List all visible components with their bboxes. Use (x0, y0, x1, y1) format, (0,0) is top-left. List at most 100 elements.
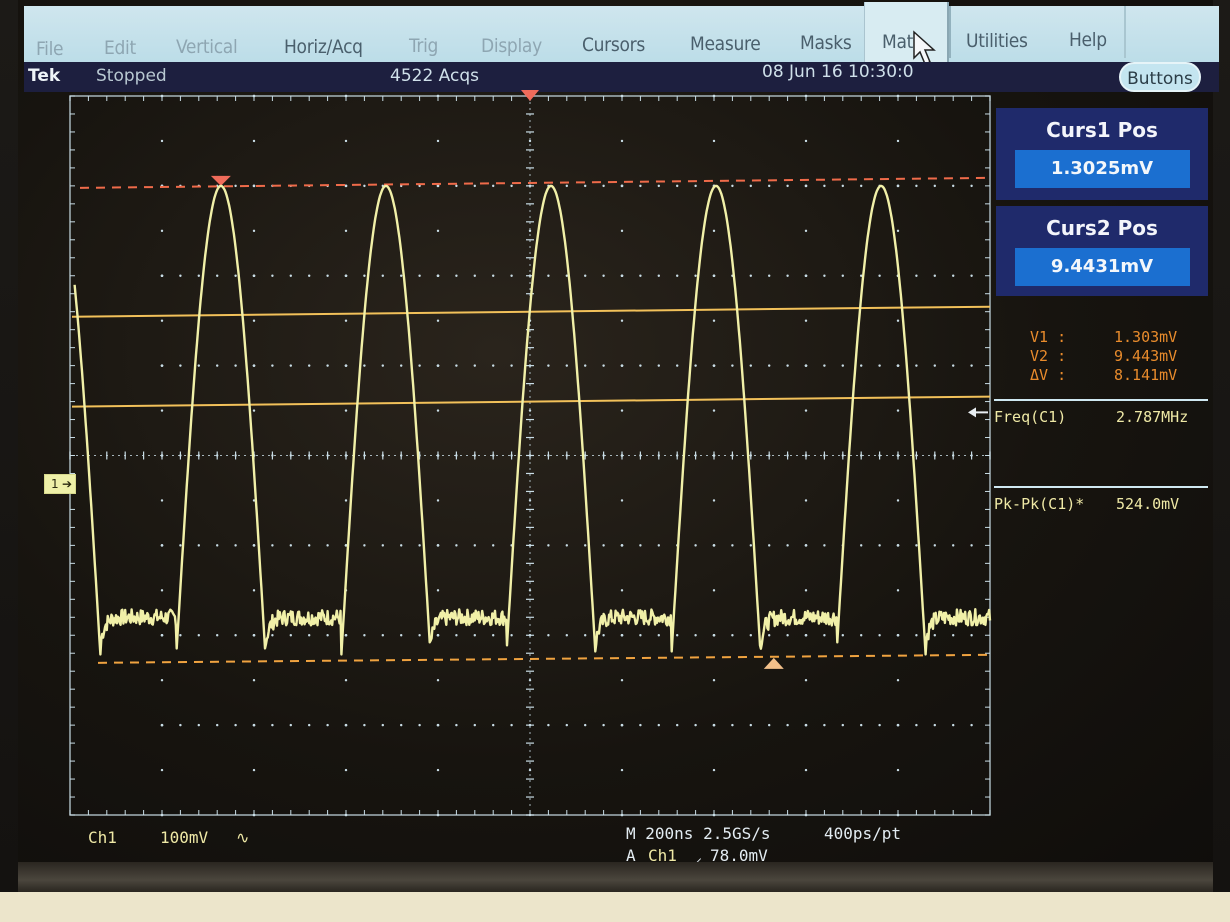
grid-dot (878, 274, 881, 277)
grid-dot (860, 723, 863, 727)
grid-dot (565, 634, 568, 637)
grid-dot (326, 544, 329, 547)
ch1-trace (73, 184, 992, 656)
grid-dot (473, 184, 476, 188)
grid-dot (252, 364, 256, 367)
grid-dot (823, 544, 826, 547)
grid-dot (473, 274, 476, 277)
grid-dot (510, 364, 513, 367)
grid-dot (565, 723, 568, 727)
grid-dot (602, 723, 605, 727)
grid-dot (915, 364, 918, 367)
grid-dot (160, 589, 164, 592)
grid-dot (620, 319, 624, 322)
grid-dot (160, 723, 164, 727)
bandwidth-limit-icon: ∿ (236, 828, 250, 847)
grid-dot (620, 229, 624, 233)
grid-dot (749, 634, 752, 637)
grid-dot (841, 364, 844, 367)
grid-dot (786, 364, 789, 367)
grid-dot (841, 723, 844, 727)
grid-dot (160, 319, 164, 322)
grid-dot (712, 499, 716, 502)
grid-dot (804, 229, 808, 233)
channel-scale[interactable]: 100mV (160, 828, 208, 847)
grid-dot (786, 274, 789, 277)
grid-dot (160, 678, 164, 682)
grid-dot (436, 589, 440, 592)
grid-dot (160, 139, 164, 143)
ch1-ground-marker[interactable]: 1 ➔ (44, 474, 76, 494)
grid-dot (436, 229, 440, 233)
grid-dot (584, 274, 587, 277)
grid-dot (252, 768, 256, 772)
grid-dot (252, 319, 256, 322)
grid-dot (804, 678, 808, 682)
grid-dot (436, 678, 440, 682)
graticule (69, 94, 991, 817)
grid-dot (952, 364, 955, 367)
grid-dot (234, 184, 237, 188)
grid-dot (804, 364, 808, 367)
grid-dot (160, 409, 164, 412)
grid-dot (823, 184, 826, 188)
grid-dot (363, 184, 366, 188)
grid-dot (970, 364, 973, 367)
grid-dot (160, 634, 164, 637)
grid-dot (786, 184, 789, 188)
grid-dot (952, 634, 955, 637)
grid-dot (363, 723, 366, 727)
grid-dot (896, 544, 900, 547)
grid-dot (584, 723, 587, 727)
grid-dot (712, 409, 716, 412)
grid-dot (381, 723, 384, 727)
grid-dot (160, 544, 164, 547)
horizontal-scale[interactable]: M 200ns 2.5GS/s (626, 824, 771, 843)
grid-dot (694, 184, 697, 188)
grid-dot (712, 139, 716, 143)
grid-dot (860, 544, 863, 547)
grid-dot (620, 634, 624, 637)
grid-dot (584, 184, 587, 188)
grid-dot (749, 274, 752, 277)
grid-dot (326, 364, 329, 367)
grid-dot (970, 723, 973, 727)
peak-marker-icon (210, 175, 231, 186)
grid-dot (657, 184, 660, 188)
grid-dot (455, 723, 458, 727)
grid-dot (639, 364, 642, 367)
grid-dot (768, 544, 771, 547)
grid-dot (381, 634, 384, 637)
grid-dot (252, 589, 256, 592)
grid-dot (565, 184, 568, 188)
grid-dot (786, 723, 789, 727)
grid-dot (252, 409, 256, 412)
waveform-display[interactable] (0, 0, 1230, 922)
grid-dot (584, 544, 587, 547)
grid-dot (620, 499, 624, 502)
grid-dot (344, 499, 348, 502)
grid-dot (271, 544, 274, 547)
grid-dot (381, 274, 384, 277)
grid-dot (455, 364, 458, 367)
grid-dot (234, 634, 237, 637)
grid-dot (381, 544, 384, 547)
channel-name[interactable]: Ch1 (88, 828, 117, 847)
grid-dot (620, 139, 624, 143)
ch1-marker-label: 1 (51, 477, 59, 491)
grid-dot (731, 544, 734, 547)
grid-dot (289, 544, 292, 547)
record-resolution: 400ps/pt (824, 824, 902, 843)
grid-dot (841, 274, 844, 277)
grid-dot (694, 544, 697, 547)
grid-dot (344, 409, 348, 412)
grid-dot (252, 184, 256, 188)
grid-dot (860, 634, 863, 637)
grid-dot (492, 184, 495, 188)
grid-dot (694, 634, 697, 637)
grid-dot (786, 634, 789, 637)
grid-dot (308, 723, 311, 727)
grid-dot (234, 364, 237, 367)
grid-dot (676, 723, 679, 727)
grid-dot (160, 229, 164, 233)
